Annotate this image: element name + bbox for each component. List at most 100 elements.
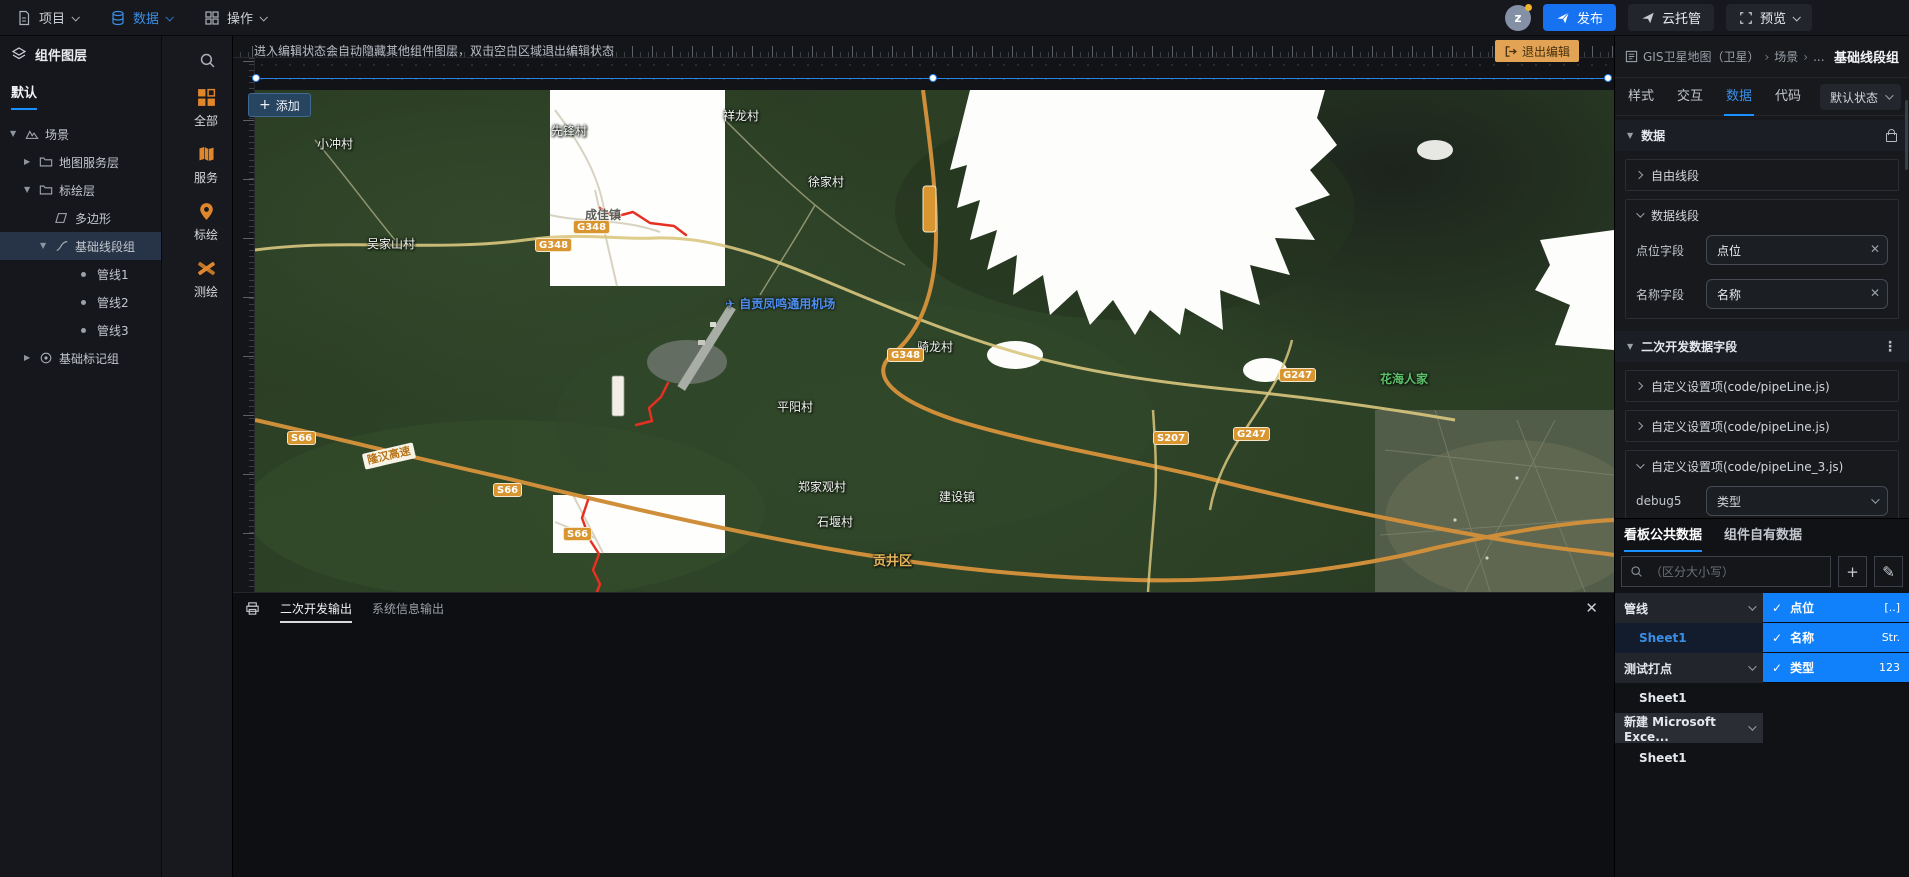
rail-item-survey[interactable]: 测绘: [180, 258, 232, 300]
dataset-row[interactable]: Sheet1: [1615, 743, 1763, 773]
chevron-down-icon: [1636, 460, 1644, 468]
breadcrumb-separator: ›: [1764, 50, 1769, 64]
collapse-arrow-icon: ▼: [1627, 342, 1633, 351]
tab-default[interactable]: 默认: [11, 82, 37, 110]
preview-button[interactable]: 预览: [1726, 4, 1812, 31]
curve-icon: [55, 239, 75, 253]
state-dropdown[interactable]: 默认状态: [1820, 84, 1901, 110]
expand-arrow-icon[interactable]: [10, 129, 25, 139]
tree-item[interactable]: 场景: [0, 120, 161, 148]
satellite-map[interactable]: 先锋村祥龙村小冲村徐家村吴家山村骑龙村平阳村郑家观村建设镇石堰村成佳镇贡井区花海…: [255, 90, 1614, 592]
inspector-tab[interactable]: 交互: [1677, 78, 1703, 116]
chevron-right-icon: [1635, 382, 1643, 390]
field-row[interactable]: 类型 123: [1763, 653, 1909, 683]
field-row[interactable]: 点位 [..]: [1763, 593, 1909, 623]
rail-item-all[interactable]: 全部: [180, 87, 232, 129]
expand-arrow-icon[interactable]: [24, 353, 39, 363]
survey-tools-icon: [196, 258, 217, 279]
top-menubar: 项目 数据 操作 z 发布 云托管: [0, 0, 1909, 36]
dataset-row[interactable]: 新建 Microsoft Exce...: [1615, 713, 1763, 743]
add-dataset-button[interactable]: +: [1838, 556, 1867, 587]
map-label: G348: [573, 220, 610, 234]
edit-dataset-button[interactable]: ✎: [1874, 556, 1903, 587]
fullscreen-icon: [1739, 11, 1753, 25]
point-field-input[interactable]: [1706, 235, 1888, 265]
publish-button[interactable]: 发布: [1543, 4, 1616, 31]
tree-item[interactable]: 地图服务层: [0, 148, 161, 176]
component-rail: 全部 服务 标绘 测绘: [162, 36, 233, 877]
custom-setting-header-3[interactable]: 自定义设置项(code/pipeLine_3.js): [1626, 451, 1898, 481]
debug5-select[interactable]: 类型: [1706, 486, 1888, 516]
add-point-button[interactable]: 添加: [248, 93, 311, 117]
breadcrumb-ellipsis[interactable]: ...: [1813, 50, 1824, 64]
custom-setting-header-2[interactable]: 自定义设置项(code/pipeLine.js): [1626, 411, 1898, 441]
data-browser-tabbar: 看板公共数据组件自有数据: [1615, 519, 1909, 552]
grid-icon: [204, 10, 220, 26]
data-browser-tab[interactable]: 组件自有数据: [1724, 519, 1802, 552]
editor-canvas[interactable]: 先锋村祥龙村小冲村徐家村吴家山村骑龙村平阳村郑家观村建设镇石堰村成佳镇贡井区花海…: [233, 36, 1614, 877]
rail-item-service[interactable]: 服务: [180, 144, 232, 186]
tree-item[interactable]: 管线2: [0, 288, 161, 316]
user-avatar[interactable]: z: [1505, 5, 1531, 31]
dataset-row[interactable]: Sheet1: [1615, 683, 1763, 713]
dev-data-section-header[interactable]: ▼ 二次开发数据字段 ⋮: [1615, 331, 1909, 362]
field-row[interactable]: 名称 Str.: [1763, 623, 1909, 653]
data-segment-header[interactable]: 数据线段: [1626, 200, 1898, 230]
map-label: 贡井区: [873, 550, 912, 569]
free-segment-group: 自由线段: [1625, 159, 1899, 191]
inspector-tab[interactable]: 代码: [1775, 78, 1801, 116]
selection-handle[interactable]: [1604, 74, 1612, 82]
lock-icon[interactable]: [1886, 133, 1897, 142]
scrollbar-thumb[interactable]: [1905, 100, 1908, 170]
dataset-search-input[interactable]: [1650, 565, 1822, 579]
inspector-tab[interactable]: 数据: [1726, 78, 1752, 116]
dataset-row[interactable]: 管线: [1615, 593, 1763, 623]
console-tab[interactable]: 系统信息输出: [372, 593, 444, 624]
breadcrumb-separator: ›: [1803, 50, 1808, 64]
console-tab[interactable]: 二次开发输出: [280, 593, 352, 624]
selection-handle[interactable]: [252, 74, 260, 82]
menu-data[interactable]: 数据: [94, 0, 188, 36]
map-label: 自贡凤鸣通用机场: [725, 295, 835, 312]
tree-item[interactable]: 多边形: [0, 204, 161, 232]
tree-item[interactable]: 基础标记组: [0, 344, 161, 372]
close-icon[interactable]: ✕: [1585, 599, 1598, 617]
tree-item[interactable]: 标绘层: [0, 176, 161, 204]
map-label: S66: [563, 527, 592, 541]
menu-data-label: 数据: [133, 8, 159, 27]
expand-arrow-icon[interactable]: [24, 185, 39, 195]
custom-setting-header-1[interactable]: 自定义设置项(code/pipeLine.js): [1626, 371, 1898, 401]
inspector-tab[interactable]: 样式: [1628, 78, 1654, 116]
selection-handle[interactable]: [929, 74, 937, 82]
name-field-row: 名称字段 ✕: [1626, 274, 1898, 318]
rail-item-plot[interactable]: 标绘: [180, 201, 232, 243]
clear-icon[interactable]: ✕: [1870, 286, 1880, 300]
map-label: 先锋村: [551, 122, 587, 139]
exit-edit-button[interactable]: 退出编辑: [1495, 40, 1579, 62]
data-browser-tab[interactable]: 看板公共数据: [1624, 519, 1702, 552]
clear-icon[interactable]: ✕: [1870, 242, 1880, 256]
breadcrumb-root[interactable]: GIS卫星地图（卫星）: [1643, 48, 1759, 65]
chevron-down-icon: [1636, 209, 1644, 217]
printer-icon[interactable]: [245, 601, 260, 616]
expand-arrow-icon[interactable]: [40, 241, 55, 251]
menu-project[interactable]: 项目: [0, 0, 94, 36]
tree-item-label: 基础标记组: [59, 350, 119, 367]
cloud-hosting-button[interactable]: 云托管: [1628, 4, 1714, 31]
kebab-menu-icon[interactable]: ⋮: [1883, 339, 1897, 355]
tree-item[interactable]: 基础线段组: [0, 232, 161, 260]
dataset-row[interactable]: 测试打点: [1615, 653, 1763, 683]
expand-arrow-icon[interactable]: [24, 157, 39, 167]
breadcrumb-scene[interactable]: 场景: [1774, 48, 1798, 65]
custom-setting-group-2: 自定义设置项(code/pipeLine.js): [1625, 410, 1899, 442]
dataset-row[interactable]: Sheet1: [1615, 623, 1763, 653]
tree-item[interactable]: 管线1: [0, 260, 161, 288]
data-section-header[interactable]: ▼ 数据: [1615, 120, 1909, 151]
map-label: 徐家村: [808, 173, 844, 190]
name-field-input[interactable]: [1706, 279, 1888, 309]
tree-item[interactable]: 管线3: [0, 316, 161, 344]
menu-operation[interactable]: 操作: [188, 0, 282, 36]
free-segment-header[interactable]: 自由线段: [1626, 160, 1898, 190]
search-icon[interactable]: [182, 52, 232, 69]
chevron-down-icon: [1871, 495, 1879, 503]
